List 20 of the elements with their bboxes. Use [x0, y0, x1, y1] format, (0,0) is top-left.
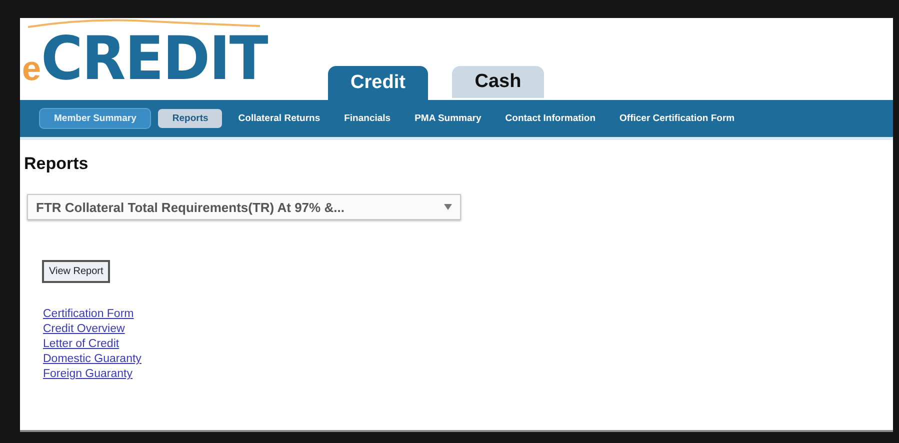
tab[interactable]: Cash [452, 66, 544, 98]
nav-item[interactable]: Financials [336, 109, 399, 128]
wave-icon [26, 18, 262, 28]
nav-item[interactable]: PMA Summary [406, 109, 490, 128]
logo-letter: e [22, 50, 41, 89]
nav-item[interactable]: Contact Information [497, 109, 604, 128]
report-link[interactable]: Certification Form [43, 307, 893, 322]
logo-text: CREDIT [40, 28, 268, 90]
caret-icon [444, 204, 452, 210]
report-link[interactable]: Domestic Guaranty [43, 352, 893, 367]
report-dropdown[interactable]: FTR Collateral Total Requirements(TR) At 97% &... [27, 194, 461, 220]
report-link[interactable]: Credit Overview [43, 322, 893, 337]
page-title: Reports [24, 154, 90, 174]
nav-item[interactable]: Officer Certification Form [612, 109, 743, 128]
view-report-button[interactable]: View Report [42, 260, 110, 283]
nav-item[interactable]: Reports [158, 109, 222, 128]
report-link[interactable]: Foreign Guaranty [43, 367, 893, 382]
tab[interactable]: Credit [328, 66, 428, 100]
nav-item[interactable]: Collateral Returns [230, 109, 328, 128]
report-link[interactable]: Letter of Credit [43, 337, 893, 352]
